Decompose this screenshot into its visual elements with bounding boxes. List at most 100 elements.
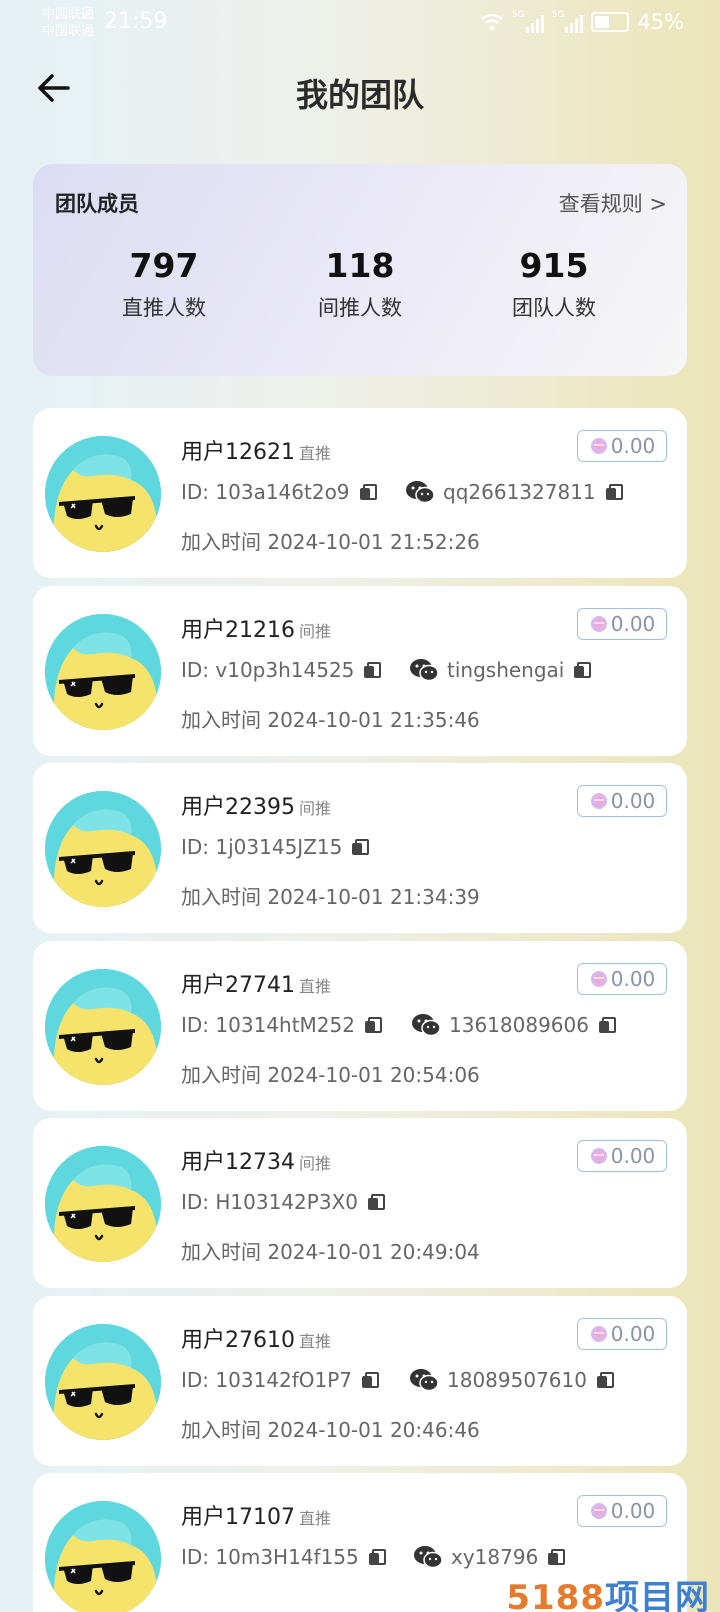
- status-bar: 中国联通 中国联通 21:59 5G 5G 45%: [0, 0, 720, 50]
- copy-icon[interactable]: [368, 1549, 386, 1565]
- balance-value: 0.00: [610, 966, 656, 991]
- member-name-row: 用户27610 直推: [181, 1322, 331, 1354]
- member-card[interactable]: 用户21216 间推 0.00 ID: v10p3h14525 tingshen…: [33, 585, 687, 756]
- member-id: ID: 10m3H14f155: [181, 1545, 359, 1569]
- signal-icon: [525, 11, 544, 33]
- member-id: ID: 103a146t2o9: [181, 480, 350, 504]
- status-time: 21:59: [104, 9, 168, 34]
- watermark: 5188项目网: [506, 1570, 710, 1612]
- balance-badge: 0.00: [577, 785, 667, 817]
- member-id-row: ID: H103142P3X0: [181, 1190, 385, 1214]
- copy-icon[interactable]: [598, 1016, 616, 1033]
- member-name: 用户21216: [181, 617, 295, 643]
- wechat-icon: [410, 1368, 439, 1391]
- member-type-tag: 间推: [299, 1154, 332, 1173]
- balance-badge: 0.00: [577, 430, 667, 462]
- gem-icon: [590, 438, 607, 454]
- member-id: ID: H103142P3X0: [181, 1190, 358, 1214]
- signal-icon: [565, 11, 584, 33]
- member-id-row: ID: 10314htM252: [181, 1013, 382, 1037]
- copy-icon[interactable]: [362, 1371, 380, 1388]
- member-join-time: 加入时间 2024-10-01 20:46:46: [181, 1417, 480, 1442]
- sunglasses-face-icon: [45, 791, 161, 907]
- gem-icon: [590, 1503, 607, 1519]
- network-type-1: 5G: [511, 10, 525, 20]
- copy-icon[interactable]: [364, 661, 382, 678]
- member-id: ID: 103142fO1P7: [181, 1367, 353, 1392]
- stat-label: 直推人数: [122, 296, 206, 320]
- stat-team-total: 915 团队人数: [454, 246, 654, 322]
- stat-direct: 797 直推人数: [64, 246, 264, 322]
- battery-level: 45%: [637, 10, 684, 34]
- copy-icon[interactable]: [352, 839, 370, 855]
- balance-value: 0.00: [610, 789, 656, 813]
- member-name-row: 用户21216 间推: [181, 612, 331, 644]
- sunglasses-face-icon: [45, 436, 161, 552]
- member-name-row: 用户12734 间推: [181, 1144, 331, 1176]
- member-name: 用户27741: [181, 972, 295, 998]
- copy-icon[interactable]: [548, 1549, 566, 1565]
- gem-icon: [590, 793, 607, 809]
- member-name-row: 用户27741 直推: [181, 967, 331, 999]
- member-wechat: qq2661327811: [443, 480, 596, 504]
- wechat-icon: [412, 1013, 441, 1036]
- member-card[interactable]: 用户22395 间推 0.00 ID: 1j03145JZ15 加入时间 202…: [33, 763, 687, 933]
- member-card[interactable]: 用户12621 直推 0.00 ID: 103a146t2o9 qq266132…: [33, 408, 687, 578]
- view-rules-link[interactable]: 查看规则 >: [559, 188, 667, 218]
- balance-badge: 0.00: [577, 607, 667, 640]
- member-type-tag: 间推: [299, 621, 332, 641]
- sunglasses-face-icon: [45, 1323, 161, 1440]
- network-type-2: 5G: [551, 10, 565, 20]
- copy-icon[interactable]: [364, 1016, 382, 1033]
- balance-badge: 0.00: [577, 1495, 667, 1527]
- stat-value: 915: [519, 246, 589, 285]
- member-card[interactable]: 用户12734 间推 0.00 ID: H103142P3X0 加入时间 202…: [33, 1118, 687, 1288]
- battery-icon: [591, 12, 630, 32]
- member-join-time: 加入时间 2024-10-01 21:34:39: [181, 885, 480, 909]
- balance-badge: 0.00: [577, 1317, 667, 1350]
- member-card[interactable]: 用户27741 直推 0.00 ID: 10314htM252 13618089…: [33, 940, 687, 1111]
- balance-badge: 0.00: [577, 962, 667, 995]
- balance-value: 0.00: [610, 1499, 656, 1523]
- balance-value: 0.00: [610, 611, 656, 636]
- member-join-time: 加入时间 2024-10-01 21:35:46: [181, 707, 480, 732]
- member-id-row: ID: 10m3H14f155: [181, 1545, 386, 1569]
- sunglasses-face-icon: [45, 613, 161, 730]
- gem-icon: [590, 970, 607, 987]
- member-id-row: ID: 1j03145JZ15: [181, 835, 370, 859]
- copy-icon[interactable]: [368, 1194, 385, 1210]
- member-card[interactable]: 用户27610 直推 0.00 ID: 103142fO1P7 18089507…: [33, 1295, 687, 1466]
- member-wechat: tingshengai: [447, 657, 565, 682]
- wechat-group: qq2661327811: [405, 480, 623, 504]
- page-title: 我的团队: [295, 76, 424, 114]
- avatar: [45, 1323, 161, 1440]
- copy-icon[interactable]: [359, 484, 377, 500]
- copy-icon[interactable]: [596, 1371, 614, 1388]
- member-id-row: ID: v10p3h14525: [181, 658, 382, 682]
- carrier-labels: 中国联通 中国联通: [42, 6, 94, 40]
- member-name-row: 用户12621 直推: [181, 434, 331, 466]
- copy-icon[interactable]: [605, 484, 623, 500]
- member-id: ID: 1j03145JZ15: [181, 835, 343, 859]
- wechat-group: xy18796: [413, 1545, 566, 1569]
- member-wechat: 18089507610: [447, 1367, 587, 1392]
- carrier-1: 中国联通: [42, 7, 95, 22]
- avatar: [45, 1146, 161, 1262]
- member-name: 用户12734: [181, 1150, 295, 1175]
- wechat-group: 13618089606: [411, 1012, 616, 1037]
- wechat-icon: [406, 481, 435, 504]
- member-wechat: xy18796: [451, 1545, 539, 1569]
- member-name-row: 用户22395 间推: [181, 789, 331, 821]
- member-wechat: 13618089606: [449, 1012, 589, 1037]
- member-name: 用户27610: [181, 1327, 295, 1353]
- member-join-time: 加入时间 2024-10-01 20:54:06: [181, 1062, 480, 1087]
- watermark-prefix: 5188: [506, 1578, 605, 1612]
- gem-icon: [590, 1325, 607, 1342]
- sunglasses-face-icon: [45, 1501, 161, 1612]
- copy-icon[interactable]: [574, 661, 592, 678]
- stat-value: 118: [325, 246, 395, 285]
- balance-value: 0.00: [610, 1144, 656, 1168]
- avatar: [45, 791, 161, 907]
- member-join-time: 加入时间 2024-10-01 21:52:26: [181, 530, 480, 554]
- gem-icon: [590, 615, 607, 632]
